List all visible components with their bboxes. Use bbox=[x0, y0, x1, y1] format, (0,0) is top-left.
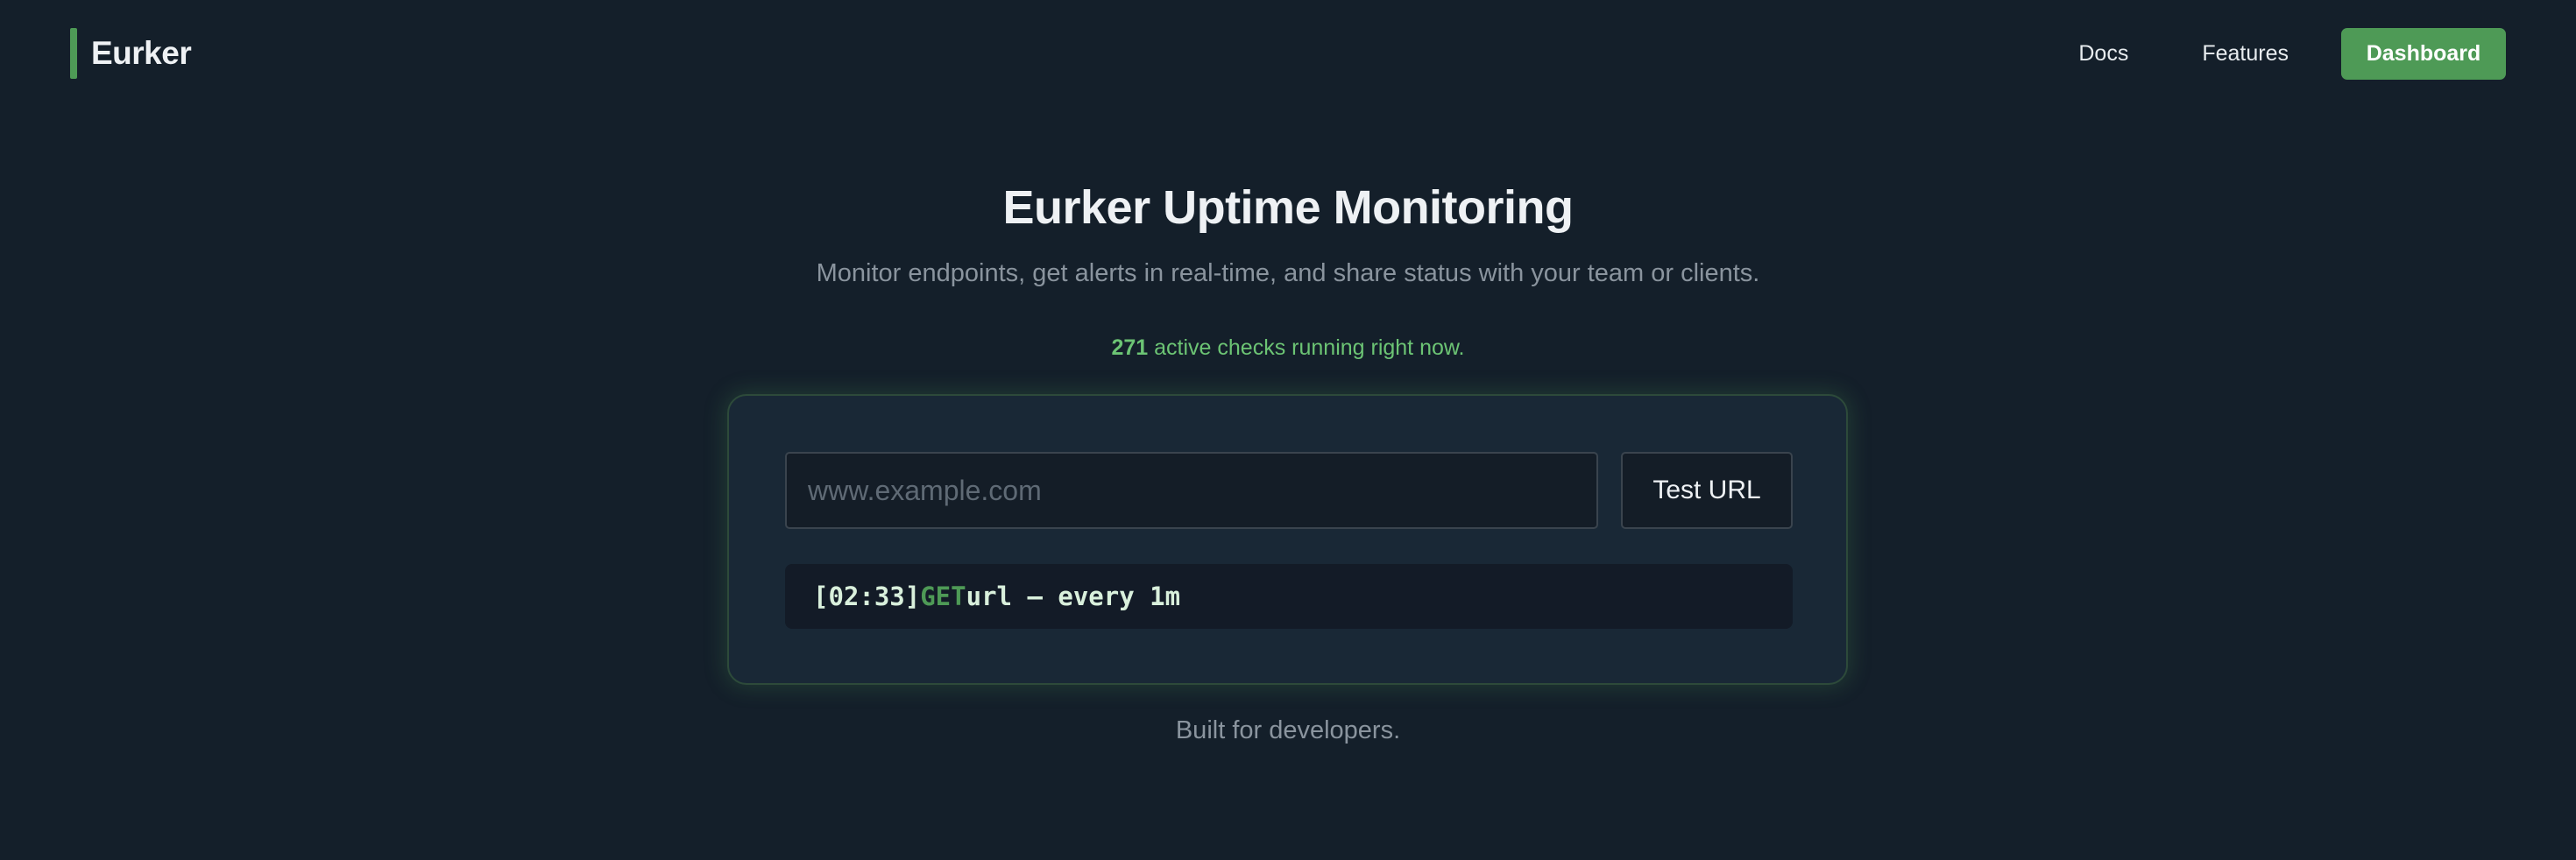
url-input[interactable] bbox=[785, 452, 1598, 529]
active-checks-count: 271 bbox=[1111, 335, 1149, 360]
brand-logo[interactable]: Eurker bbox=[70, 28, 192, 79]
nav-link-features[interactable]: Features bbox=[2202, 41, 2289, 67]
footer-note: Built for developers. bbox=[1175, 716, 1401, 744]
active-checks-status: 271 active checks running right now. bbox=[0, 335, 2576, 361]
url-test-card: Test URL [02:33] GET url – every 1m bbox=[727, 394, 1848, 685]
test-url-button[interactable]: Test URL bbox=[1621, 452, 1793, 529]
hero-title: Eurker Uptime Monitoring bbox=[1002, 181, 1574, 234]
hero-subtitle: Monitor endpoints, get alerts in real-ti… bbox=[816, 259, 1760, 287]
dashboard-button[interactable]: Dashboard bbox=[2341, 28, 2506, 80]
log-method: GET bbox=[920, 582, 966, 611]
log-detail: url – every 1m bbox=[966, 582, 1181, 611]
page: Eurker Docs Features Dashboard Eurker Up… bbox=[0, 0, 2576, 860]
top-nav: Eurker Docs Features Dashboard bbox=[0, 0, 2576, 109]
nav-links: Docs Features Dashboard bbox=[2078, 28, 2506, 80]
brand-accent-bar bbox=[70, 28, 77, 79]
brand-name: Eurker bbox=[91, 35, 192, 71]
active-checks-label: active checks running right now. bbox=[1148, 335, 1465, 360]
log-time: [02:33] bbox=[813, 582, 921, 611]
nav-link-docs[interactable]: Docs bbox=[2078, 41, 2128, 67]
check-log-line: [02:33] GET url – every 1m bbox=[785, 564, 1793, 629]
